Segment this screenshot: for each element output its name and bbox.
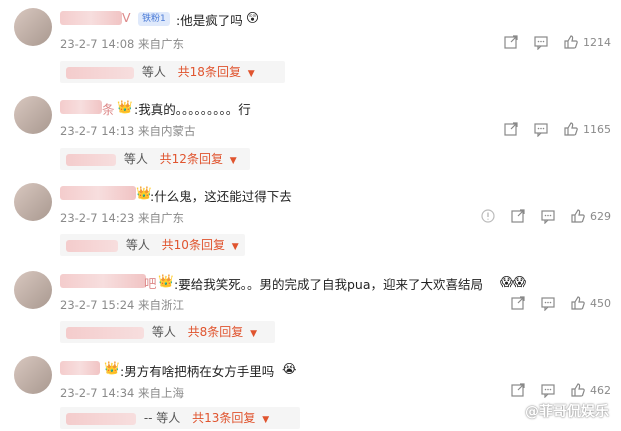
report-button[interactable] bbox=[480, 208, 496, 224]
like-button[interactable]: 1214 bbox=[563, 34, 611, 50]
chevron-down-icon: ▼ bbox=[250, 329, 258, 339]
more-replies-link[interactable]: 共10条回复 bbox=[162, 238, 225, 252]
more-replies-link[interactable]: 共12条回复 bbox=[160, 152, 223, 166]
reply-user-blurred bbox=[66, 412, 136, 425]
info-circle-icon bbox=[481, 209, 495, 223]
comment-meta: 23-2-7 14:34 来自上海 bbox=[60, 386, 185, 400]
fan-badge: 铁粉1 bbox=[138, 12, 170, 26]
share-icon bbox=[504, 122, 518, 136]
reply-user-blurred bbox=[66, 326, 144, 339]
comment-icon bbox=[541, 384, 555, 398]
like-count: 462 bbox=[590, 383, 611, 397]
reply-summary: -- 等人 共13条回复 ▼ bbox=[60, 407, 300, 429]
comment-actions: 450 bbox=[496, 295, 611, 311]
like-button[interactable]: 629 bbox=[570, 208, 611, 224]
comment-icon bbox=[541, 210, 555, 224]
reply-summary: 等人 共12条回复 ▼ bbox=[60, 148, 250, 170]
reply-deng-text: 等人 bbox=[151, 325, 176, 339]
share-button[interactable] bbox=[503, 121, 519, 137]
share-button[interactable] bbox=[510, 382, 526, 398]
comment-actions: 462 bbox=[496, 382, 611, 398]
share-icon bbox=[511, 383, 525, 397]
comment-text: :什么鬼，这还能过得下去 bbox=[150, 189, 292, 204]
crown-icon: 👑 bbox=[117, 99, 133, 114]
more-replies-link[interactable]: 共18条回复 bbox=[178, 65, 241, 79]
like-count: 1214 bbox=[583, 35, 611, 49]
reply-button[interactable] bbox=[540, 295, 556, 311]
reply-deng-text: 等人 bbox=[123, 152, 148, 166]
avatar[interactable] bbox=[14, 96, 52, 134]
username-suffix: 条 bbox=[102, 102, 115, 117]
username-blurred[interactable] bbox=[60, 186, 136, 200]
comment-emoji: 😱😱 bbox=[500, 274, 527, 289]
username-blurred[interactable] bbox=[60, 361, 100, 375]
chevron-down-icon: ▼ bbox=[262, 415, 270, 425]
reply-summary: 等人 共8条回复 ▼ bbox=[60, 321, 275, 343]
reply-deng-text: 等人 bbox=[125, 238, 150, 252]
avatar[interactable] bbox=[14, 183, 52, 221]
username-blurred[interactable] bbox=[60, 274, 146, 288]
share-button[interactable] bbox=[503, 34, 519, 50]
comment-meta: 23-2-7 14:23 来自广东 bbox=[60, 211, 185, 225]
avatar[interactable] bbox=[14, 8, 52, 46]
comment-text: :要给我笑死。。男的完成了自我pua，迎来了大欢喜结局 bbox=[174, 277, 483, 292]
like-button[interactable]: 450 bbox=[570, 295, 611, 311]
comment-meta: 23-2-7 14:13 来自内蒙古 bbox=[60, 124, 196, 138]
comment-emoji: 😲 bbox=[246, 10, 260, 25]
more-replies-link[interactable]: 共8条回复 bbox=[188, 325, 244, 339]
thumbs-up-icon bbox=[571, 209, 585, 223]
share-button[interactable] bbox=[510, 208, 526, 224]
reply-summary: 等人 共10条回复 ▼ bbox=[60, 234, 245, 256]
thumbs-up-icon bbox=[571, 296, 585, 310]
crown-icon: 👑 bbox=[158, 273, 174, 288]
like-button[interactable]: 462 bbox=[570, 382, 611, 398]
chevron-down-icon: ▼ bbox=[247, 69, 255, 79]
username-blurred[interactable] bbox=[60, 11, 122, 25]
avatar[interactable] bbox=[14, 271, 52, 309]
like-button[interactable]: 1165 bbox=[563, 121, 611, 137]
reply-button[interactable] bbox=[540, 382, 556, 398]
comment-text: :我真的。。。。。。。。。行 bbox=[134, 102, 251, 117]
like-count: 1165 bbox=[583, 122, 611, 136]
comment-icon bbox=[534, 123, 548, 137]
share-icon bbox=[511, 209, 525, 223]
thumbs-up-icon bbox=[564, 35, 578, 49]
reply-button[interactable] bbox=[540, 208, 556, 224]
comment-icon bbox=[534, 36, 548, 50]
reply-deng-text: 等人 bbox=[141, 65, 166, 79]
crown-icon: 👑 bbox=[104, 360, 120, 375]
chevron-down-icon: ▼ bbox=[231, 242, 239, 252]
reply-deng-text: -- 等人 bbox=[143, 411, 181, 425]
username-suffix: V bbox=[122, 10, 131, 25]
share-button[interactable] bbox=[510, 295, 526, 311]
comment-actions: 1214 bbox=[489, 34, 611, 50]
share-icon bbox=[504, 35, 518, 49]
reply-user-blurred bbox=[66, 153, 116, 166]
reply-button[interactable] bbox=[533, 34, 549, 50]
username-suffix: 吧 bbox=[144, 276, 157, 291]
like-count: 629 bbox=[590, 209, 611, 223]
thumbs-up-icon bbox=[564, 122, 578, 136]
chevron-down-icon: ▼ bbox=[229, 156, 237, 166]
comment-actions: 629 bbox=[466, 208, 611, 224]
more-replies-link[interactable]: 共13条回复 bbox=[192, 411, 255, 425]
reply-user-blurred bbox=[66, 239, 118, 252]
like-count: 450 bbox=[590, 296, 611, 310]
reply-summary: 等人 共18条回复 ▼ bbox=[60, 61, 285, 83]
comment-text: :他是疯了吗 bbox=[176, 13, 243, 28]
comment-actions: 1165 bbox=[489, 121, 611, 137]
comment-text: :男方有啥把柄在女方手里吗 bbox=[120, 364, 275, 379]
avatar[interactable] bbox=[14, 356, 52, 394]
comment-emoji: 😭 bbox=[282, 361, 297, 376]
watermark: @菲哥侃娱乐 bbox=[525, 404, 609, 420]
share-icon bbox=[511, 296, 525, 310]
reply-user-blurred bbox=[66, 66, 134, 79]
comment-meta: 23-2-7 15:24 来自浙江 bbox=[60, 298, 185, 312]
username-blurred[interactable] bbox=[60, 100, 102, 114]
comment-meta: 23-2-7 14:08 来自广东 bbox=[60, 37, 185, 51]
reply-button[interactable] bbox=[533, 121, 549, 137]
thumbs-up-icon bbox=[571, 383, 585, 397]
comment-icon bbox=[541, 297, 555, 311]
